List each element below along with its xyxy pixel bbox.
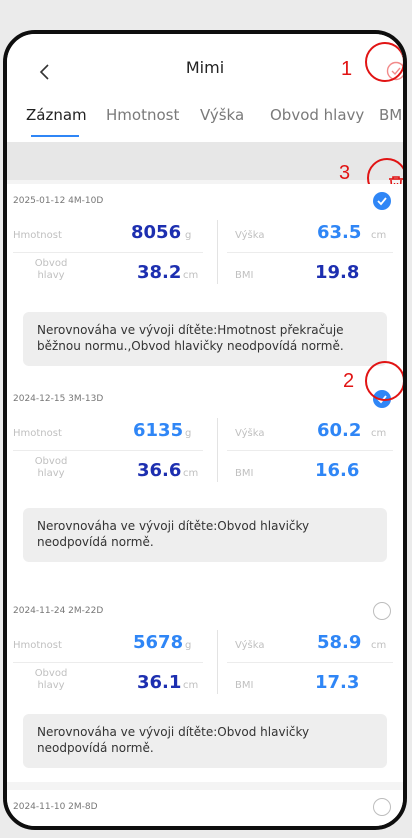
record-date: 2024-12-15 3M-13D: [13, 394, 104, 404]
record-date: 2024-11-24 2M-22D: [13, 606, 104, 616]
record-check-icon[interactable]: [373, 192, 391, 210]
tab-weight[interactable]: Hmotnost: [106, 106, 179, 124]
height-unit: cm: [371, 428, 387, 439]
bmi-label: BMI: [235, 680, 254, 691]
height-value: 58.9: [317, 632, 362, 653]
head-unit: cm: [183, 468, 199, 479]
weight-value: 8056: [131, 222, 182, 243]
weight-label: Hmotnost: [13, 230, 62, 241]
stat-divider: [217, 220, 218, 284]
tab-record[interactable]: Záznam: [26, 106, 87, 124]
row-divider: [13, 450, 203, 451]
head-value: 36.6: [137, 460, 182, 481]
row-divider: [227, 450, 393, 451]
weight-value: 6135: [133, 420, 184, 441]
height-unit: cm: [371, 230, 387, 241]
bmi-value: 19.8: [315, 262, 360, 283]
height-label: Výška: [235, 428, 265, 439]
record-card[interactable]: 2024-12-15 3M-13D Hmotnost 6135 g Výška …: [7, 382, 403, 602]
row-divider: [227, 662, 393, 663]
weight-label: Hmotnost: [13, 428, 62, 439]
head-unit: cm: [183, 270, 199, 281]
weight-unit: g: [185, 230, 192, 241]
annotation-circle-2: [365, 361, 403, 401]
row-divider: [227, 252, 393, 253]
tab-bar: Záznam Hmotnost Výška Obvod hlavy BMI: [7, 106, 403, 136]
record-date: 2024-11-10 2M-8D: [13, 802, 98, 812]
head-value: 38.2: [137, 262, 182, 283]
development-note: Nerovnováha ve vývoji dítěte:Obvod hlavi…: [23, 714, 387, 768]
height-label: Výška: [235, 230, 265, 241]
bmi-label: BMI: [235, 270, 254, 281]
height-value: 63.5: [317, 222, 362, 243]
head-label: Obvod hlavy: [34, 258, 68, 281]
record-check-icon[interactable]: [373, 798, 391, 816]
record-check-icon[interactable]: [373, 602, 391, 620]
row-divider: [13, 662, 203, 663]
height-unit: cm: [371, 640, 387, 651]
tab-bmi[interactable]: BMI: [379, 106, 403, 124]
development-note: Nerovnováha ve vývoji dítěte:Hmotnost př…: [23, 312, 387, 366]
weight-label: Hmotnost: [13, 640, 62, 651]
bmi-value: 17.3: [315, 672, 360, 693]
stat-divider: [217, 418, 218, 482]
development-note: Nerovnováha ve vývoji dítěte:Obvod hlavi…: [23, 508, 387, 562]
annotation-number-2: 2: [343, 370, 355, 392]
head-value: 36.1: [137, 672, 182, 693]
weight-unit: g: [185, 640, 192, 651]
record-card[interactable]: 2024-11-24 2M-22D Hmotnost 5678 g Výška …: [7, 594, 403, 782]
annotation-number-3: 3: [339, 162, 351, 184]
weight-unit: g: [185, 428, 192, 439]
stat-divider: [217, 630, 218, 694]
tab-height[interactable]: Výška: [200, 106, 244, 124]
height-value: 60.2: [317, 420, 362, 441]
annotation-circle-1: [365, 42, 403, 82]
bmi-value: 16.6: [315, 460, 360, 481]
head-label: Obvod hlavy: [34, 456, 68, 479]
bmi-label: BMI: [235, 468, 254, 479]
row-divider: [13, 252, 203, 253]
annotation-number-1: 1: [341, 58, 353, 80]
head-unit: cm: [183, 680, 199, 691]
height-label: Výška: [235, 640, 265, 651]
active-tab-indicator: [31, 135, 79, 137]
weight-value: 5678: [133, 632, 184, 653]
record-date: 2025-01-12 4M-10D: [13, 196, 104, 206]
head-label: Obvod hlavy: [34, 668, 68, 691]
phone-frame: Mimi Záznam Hmotnost Výška Obvod hlavy B…: [3, 30, 407, 830]
record-card[interactable]: 2024-11-10 2M-8D: [7, 790, 403, 826]
tab-head[interactable]: Obvod hlavy: [270, 106, 364, 124]
